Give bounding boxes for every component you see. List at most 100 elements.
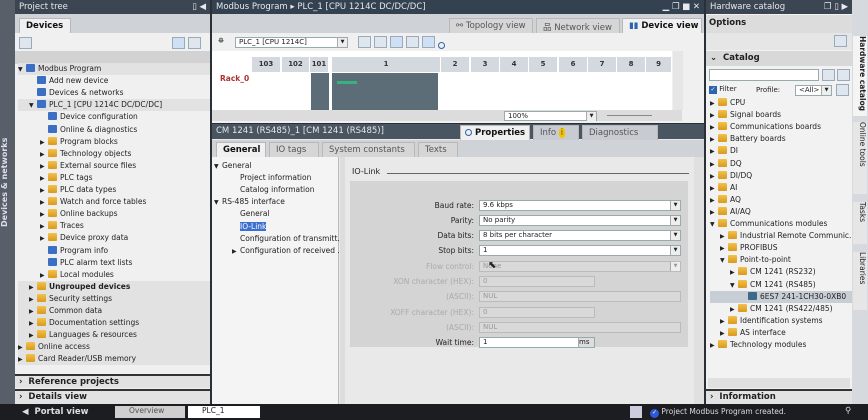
tab-texts[interactable]: Texts: [418, 142, 458, 157]
tree-item[interactable]: ▶ External source files: [18, 160, 210, 172]
tab-network-view[interactable]: 品 Network view: [536, 18, 620, 33]
tree-item[interactable]: ▶ Security settings: [18, 292, 210, 305]
chevron-down-icon[interactable]: ▼: [670, 246, 680, 255]
tree-item[interactable]: ▶ DQ: [710, 158, 852, 170]
toolbar-icon-2[interactable]: [374, 36, 387, 48]
tree-item[interactable]: ▶ Technology modules: [710, 339, 852, 351]
tree-item[interactable]: ▶ PLC data types: [18, 184, 210, 196]
rack-slot[interactable]: 4: [500, 57, 528, 72]
properties-scrollbar[interactable]: [694, 157, 704, 404]
tree-item[interactable]: ▼ Modbus Program: [18, 63, 210, 75]
rack-slot[interactable]: 9: [646, 57, 671, 72]
zoom-slider[interactable]: [607, 115, 652, 116]
devices-networks-side-tab[interactable]: Devices & networks: [0, 0, 15, 404]
tree-item[interactable]: ▶ Industrial Remote Communic...: [710, 230, 856, 242]
rack-slot[interactable]: 102: [282, 57, 309, 72]
tree-item[interactable]: ▶ Traces: [18, 220, 210, 232]
options-section[interactable]: Options: [706, 15, 852, 33]
rack-slot[interactable]: 6: [559, 57, 587, 72]
chevron-down-icon[interactable]: ▼: [670, 231, 680, 240]
tree-item[interactable]: ▶ DI/DQ: [710, 170, 852, 182]
cm-1241-module[interactable]: [311, 73, 329, 110]
breadcrumb-project[interactable]: Modbus Program: [216, 2, 288, 12]
tree-refresh-icon[interactable]: [188, 37, 201, 49]
nav-splitter[interactable]: [340, 157, 345, 404]
taskbar-tab-overview[interactable]: Overview: [115, 406, 185, 418]
rack-slot[interactable]: 5: [529, 57, 557, 72]
device-select[interactable]: PLC_1 [CPU 1214C] ▼: [235, 37, 348, 48]
data-bits-field[interactable]: 8 bits per character ▼: [479, 230, 681, 241]
tree-item[interactable]: ▶ Common data: [18, 305, 210, 317]
tree-item[interactable]: ▶ Languages & resources: [18, 329, 210, 342]
tree-item[interactable]: ▶ CPU: [710, 97, 852, 109]
tree-item[interactable]: ▶ Online access: [18, 341, 210, 354]
tree-item[interactable]: ▶ Battery boards: [710, 133, 852, 145]
tree-item[interactable]: ▶ Ungrouped devices: [18, 280, 210, 293]
rack-slot[interactable]: 1: [332, 57, 440, 72]
connection-icon[interactable]: ⚲: [845, 406, 851, 416]
tree-item[interactable]: General: [214, 208, 339, 220]
chevron-down-icon[interactable]: ▼: [670, 262, 680, 271]
chevron-down-icon[interactable]: ▼: [670, 216, 680, 225]
tree-item[interactable]: ▼ Communications modules: [710, 218, 852, 230]
tree-item[interactable]: ▶ AQ: [710, 194, 852, 206]
parity-field[interactable]: No parity ▼: [479, 215, 681, 226]
tree-item[interactable]: ▼ Point-to-point: [710, 254, 852, 266]
toolbar-icon-1[interactable]: [358, 36, 371, 48]
taskbar-tab-plc1[interactable]: PLC_1: [188, 406, 260, 418]
filter-checkbox[interactable]: ✓ Filter: [709, 85, 737, 94]
window-controls[interactable]: ▁ ❐ ■ ✕: [663, 2, 700, 12]
tree-item[interactable]: ▶ Communications boards: [710, 121, 852, 133]
tab-devices[interactable]: Devices: [19, 18, 71, 33]
tree-item[interactable]: ▶ PROFIBUS: [710, 242, 852, 254]
options-icon[interactable]: [834, 35, 847, 47]
tree-item[interactable]: PLC alarm text lists: [18, 257, 210, 269]
wait-time-field[interactable]: 1 ms: [479, 337, 595, 348]
task-card-libraries[interactable]: Libraries: [853, 252, 867, 310]
cpu-module[interactable]: [332, 73, 438, 110]
information-section[interactable]: › Information: [706, 389, 852, 404]
rack-slot[interactable]: 3: [471, 57, 499, 72]
tree-item[interactable]: ▼ RS-485 interface: [214, 196, 339, 208]
zoom-icon[interactable]: [438, 42, 445, 49]
tab-device-view[interactable]: ▮▮ Device view: [622, 18, 702, 33]
toolbar-icon-3[interactable]: [390, 36, 403, 48]
rack-slot[interactable]: 103: [252, 57, 280, 72]
stop-bits-field[interactable]: 1 ▼: [479, 245, 681, 256]
tab-properties[interactable]: Properties: [460, 125, 530, 140]
tab-info[interactable]: Info i: [533, 125, 579, 140]
tab-io-tags[interactable]: IO tags: [269, 142, 319, 157]
rack-slot[interactable]: 7: [588, 57, 616, 72]
tree-item[interactable]: ▶ DI: [710, 145, 852, 157]
tab-diagnostics[interactable]: Diagnostics: [582, 125, 658, 140]
tree-item[interactable]: Online & diagnostics: [18, 124, 210, 136]
rack-slot[interactable]: 2: [441, 57, 469, 72]
tree-item[interactable]: Devices & networks: [18, 87, 210, 99]
tree-item[interactable]: Add new device: [18, 75, 210, 87]
chevron-down-icon[interactable]: ▼: [670, 201, 680, 210]
task-card-online-tools[interactable]: Online tools: [853, 122, 867, 194]
collapsed-arrow-icon[interactable]: ▶: [18, 354, 26, 366]
task-card-hardware-catalog[interactable]: Hardware catalog: [853, 36, 867, 116]
tree-item[interactable]: ▶ Identification systems: [710, 315, 852, 327]
profile-settings-icon[interactable]: [836, 84, 849, 96]
collapse-panel-icon[interactable]: ▯ ◀: [192, 2, 206, 12]
reference-projects-section[interactable]: › Reference projects: [15, 374, 210, 388]
tree-item[interactable]: ▶ Technology objects: [18, 148, 210, 160]
view-toggle-icon[interactable]: [172, 37, 185, 49]
toolbar-icon-5[interactable]: [422, 36, 435, 48]
tree-item[interactable]: ▶ Card Reader/USB memory: [18, 353, 210, 366]
baud-rate-field[interactable]: 9.6 kbps ▼: [479, 200, 681, 211]
status-icon[interactable]: [630, 406, 642, 418]
grid-icon[interactable]: [406, 36, 419, 48]
zoom-select[interactable]: 100% ▼: [504, 111, 597, 121]
tree-item[interactable]: ▶ CM 1241 (RS232): [710, 266, 852, 278]
tree-item[interactable]: ▶ AS interface: [710, 327, 852, 339]
tree-item[interactable]: ▶ PLC tags: [18, 172, 210, 184]
tree-item[interactable]: ▶ Online backups: [18, 208, 210, 220]
collapsed-arrow-icon[interactable]: ▶: [232, 246, 240, 258]
tab-general[interactable]: General: [216, 142, 266, 157]
tree-item[interactable]: Project information: [214, 172, 339, 184]
profile-select[interactable]: <All> ▼: [795, 85, 832, 96]
catalog-search-input[interactable]: [709, 69, 819, 81]
